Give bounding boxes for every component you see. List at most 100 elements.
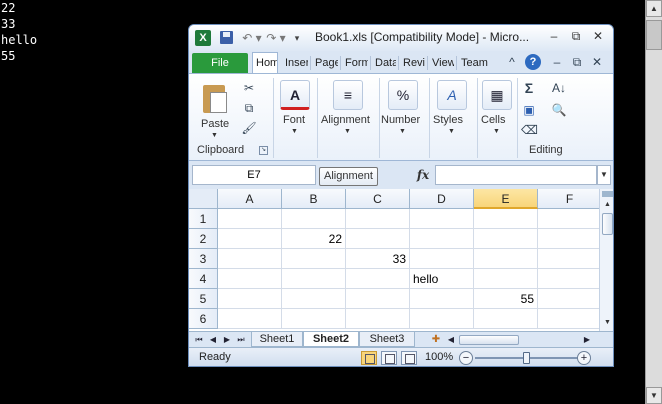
cell-e2[interactable] bbox=[474, 229, 538, 249]
title-bar[interactable]: X ↶ ▾ ↷ ▾ ▾ Book1.xls [Compatibility Mod… bbox=[189, 25, 613, 51]
row-header-5[interactable]: 5 bbox=[189, 289, 218, 309]
cell-b6[interactable] bbox=[282, 309, 346, 329]
cell-f3[interactable] bbox=[538, 249, 599, 269]
next-sheet-icon[interactable]: ▶ bbox=[221, 333, 233, 347]
tab-team[interactable]: Team bbox=[458, 53, 488, 73]
cell-a2[interactable] bbox=[218, 229, 282, 249]
cell-b1[interactable] bbox=[282, 209, 346, 229]
redo-button[interactable]: ↷ ▾ bbox=[265, 29, 287, 47]
restore-button[interactable]: ⧉ bbox=[567, 29, 585, 45]
clipboard-launcher-icon[interactable]: ↘ bbox=[259, 146, 268, 155]
styles-dropdown-icon[interactable]: ▼ bbox=[448, 128, 455, 135]
console-scrollbar[interactable]: ▲ ▼ bbox=[645, 0, 662, 404]
tab-review[interactable]: Review bbox=[400, 53, 425, 73]
scroll-down-icon[interactable]: ▼ bbox=[601, 317, 613, 329]
cell-d4[interactable]: hello bbox=[410, 269, 474, 289]
font-icon[interactable]: A bbox=[280, 80, 310, 110]
cell-e3[interactable] bbox=[474, 249, 538, 269]
alignment-dropdown-icon[interactable]: ▼ bbox=[344, 128, 351, 135]
customize-quick-access-icon[interactable]: ▾ bbox=[291, 29, 303, 47]
cells-icon[interactable]: ▦ bbox=[482, 80, 512, 110]
cell-a1[interactable] bbox=[218, 209, 282, 229]
cell-d1[interactable] bbox=[410, 209, 474, 229]
cut-icon[interactable]: ✂ bbox=[241, 80, 257, 96]
copy-icon[interactable]: ⧉ bbox=[241, 100, 257, 116]
styles-icon[interactable]: A bbox=[437, 80, 467, 110]
zoom-level[interactable]: 100% bbox=[425, 351, 453, 363]
vertical-scrollbar[interactable]: ▲ ▼ bbox=[599, 189, 613, 331]
first-sheet-icon[interactable]: ⏮ bbox=[193, 333, 205, 347]
cell-d6[interactable] bbox=[410, 309, 474, 329]
row-header-1[interactable]: 1 bbox=[189, 209, 218, 229]
scroll-up-icon[interactable]: ▲ bbox=[646, 0, 662, 17]
cell-c4[interactable] bbox=[346, 269, 410, 289]
paste-dropdown-icon[interactable]: ▼ bbox=[211, 132, 218, 139]
row-header-2[interactable]: 2 bbox=[189, 229, 218, 249]
tab-data[interactable]: Data bbox=[372, 53, 396, 73]
paste-icon[interactable] bbox=[201, 82, 229, 114]
cell-e5[interactable]: 55 bbox=[474, 289, 538, 309]
cell-c1[interactable] bbox=[346, 209, 410, 229]
tab-file[interactable]: File bbox=[192, 53, 248, 73]
cell-a6[interactable] bbox=[218, 309, 282, 329]
cell-d2[interactable] bbox=[410, 229, 474, 249]
tab-formulas[interactable]: Formulas bbox=[342, 53, 368, 73]
help-icon[interactable]: ? bbox=[525, 54, 541, 70]
row-header-3[interactable]: 3 bbox=[189, 249, 218, 269]
cell-a3[interactable] bbox=[218, 249, 282, 269]
find-select-icon[interactable]: 🔍 bbox=[551, 102, 567, 118]
cell-c2[interactable] bbox=[346, 229, 410, 249]
font-dropdown-icon[interactable]: ▼ bbox=[291, 128, 298, 135]
font-button[interactable]: Font bbox=[283, 114, 305, 126]
autosum-icon[interactable]: Σ bbox=[521, 80, 537, 96]
horizontal-scroll-thumb[interactable] bbox=[459, 335, 519, 345]
number-dropdown-icon[interactable]: ▼ bbox=[399, 128, 406, 135]
minimize-button[interactable]: – bbox=[545, 29, 563, 45]
paste-button[interactable]: Paste bbox=[201, 118, 229, 130]
format-painter-icon[interactable]: 🖌 bbox=[241, 120, 257, 136]
window-close-icon[interactable]: ✕ bbox=[589, 54, 605, 70]
column-header-f[interactable]: F bbox=[538, 189, 599, 209]
expand-formula-icon[interactable]: ▼ bbox=[597, 165, 611, 185]
window-restore-icon[interactable]: ⧉ bbox=[569, 54, 585, 70]
cell-d5[interactable] bbox=[410, 289, 474, 309]
column-header-e[interactable]: E bbox=[474, 189, 538, 209]
name-box[interactable]: E7 bbox=[192, 165, 316, 185]
cells-dropdown-icon[interactable]: ▼ bbox=[493, 128, 500, 135]
tab-view[interactable]: View bbox=[429, 53, 454, 73]
sheet-tab-sheet3[interactable]: Sheet3 bbox=[359, 332, 415, 347]
cell-b3[interactable] bbox=[282, 249, 346, 269]
zoom-in-button[interactable]: + bbox=[577, 351, 591, 365]
column-header-d[interactable]: D bbox=[410, 189, 474, 209]
tab-page-layout[interactable]: Page Layout bbox=[312, 53, 338, 73]
cell-f6[interactable] bbox=[538, 309, 599, 329]
last-sheet-icon[interactable]: ⏭ bbox=[235, 333, 247, 347]
cell-f4[interactable] bbox=[538, 269, 599, 289]
console-scroll-thumb[interactable] bbox=[646, 20, 662, 50]
column-header-c[interactable]: C bbox=[346, 189, 410, 209]
cells-button[interactable]: Cells bbox=[481, 114, 505, 126]
scroll-left-icon[interactable]: ◀ bbox=[445, 333, 457, 347]
column-header-b[interactable]: B bbox=[282, 189, 346, 209]
cell-c5[interactable] bbox=[346, 289, 410, 309]
scroll-right-icon[interactable]: ▶ bbox=[581, 333, 593, 347]
cell-e4[interactable] bbox=[474, 269, 538, 289]
page-break-view-button[interactable] bbox=[401, 351, 417, 365]
fill-icon[interactable]: ▣ bbox=[521, 102, 537, 118]
ribbon-minimize-icon[interactable]: ^ bbox=[504, 54, 520, 70]
cell-f1[interactable] bbox=[538, 209, 599, 229]
tab-insert[interactable]: Insert bbox=[282, 53, 308, 73]
cell-b2[interactable]: 22 bbox=[282, 229, 346, 249]
number-icon[interactable]: % bbox=[388, 80, 418, 110]
zoom-slider-thumb[interactable] bbox=[523, 352, 530, 364]
prev-sheet-icon[interactable]: ◀ bbox=[207, 333, 219, 347]
horizontal-scrollbar[interactable]: ◀ ▶ bbox=[445, 333, 595, 347]
select-all-corner[interactable] bbox=[189, 189, 218, 209]
column-header-a[interactable]: A bbox=[218, 189, 282, 209]
excel-app-icon[interactable]: X bbox=[195, 30, 211, 46]
close-button[interactable]: ✕ bbox=[589, 29, 607, 45]
insert-function-icon[interactable]: fx bbox=[415, 167, 431, 183]
split-handle[interactable] bbox=[602, 191, 613, 197]
number-button[interactable]: Number bbox=[381, 114, 420, 126]
page-layout-view-button[interactable] bbox=[381, 351, 397, 365]
